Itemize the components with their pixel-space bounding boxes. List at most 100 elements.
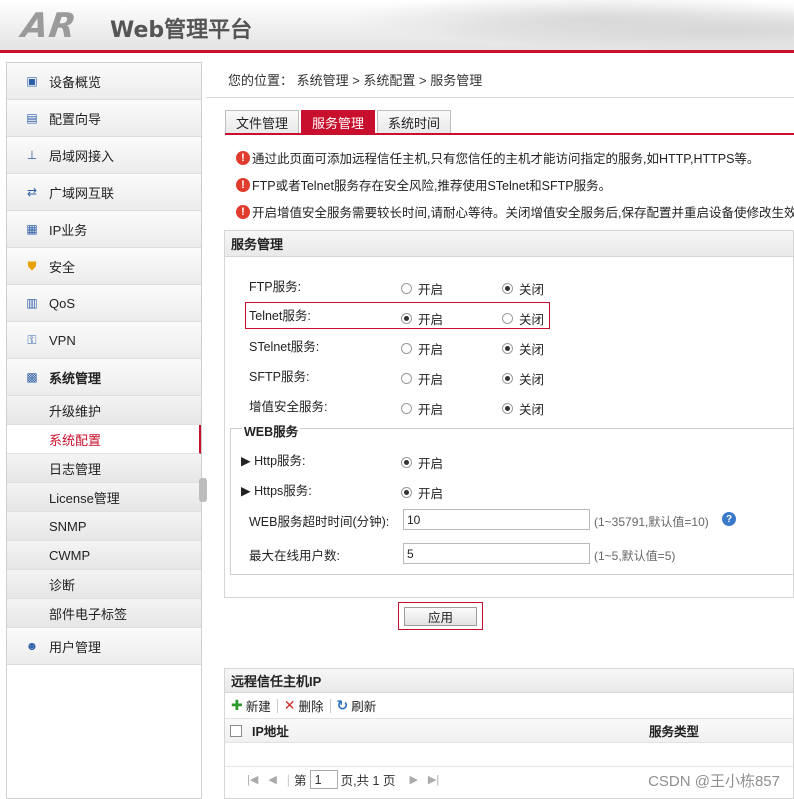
sidebar-collapse-handle[interactable] [199,478,207,502]
sidebar-item-label: 局域网接入 [49,148,115,164]
system-icon: ▩ [26,370,38,384]
radio-label: 开启 [418,343,444,357]
radio-label: 关闭 [519,343,545,357]
qos-icon: ▥ [26,296,38,310]
ftp-on-radio[interactable]: 开启 [401,279,443,298]
radio-label: 关闭 [519,283,545,297]
sidebar-subitem-system-config[interactable]: 系统配置 [7,425,201,454]
refresh-label: 刷新 [351,700,377,714]
sidebar-item-wan[interactable]: ⇄ 广域网互联 [7,174,201,211]
sidebar-subitem-upgrade[interactable]: 升级维护 [7,396,201,425]
sftp-label: SFTP服务: [249,370,310,384]
first-page-icon[interactable]: |◀ [247,773,258,786]
pager-divider: | [286,772,291,787]
user-icon: ☻ [25,639,39,653]
notice-text: 通过此页面可添加远程信任主机,只有您信任的主机才能访问指定的服务,如HTTP,H… [252,152,760,166]
ftp-off-radio[interactable]: 关闭 [502,279,544,298]
delete-button[interactable]: ✕ 删除 [284,696,324,715]
sidebar-item-security[interactable]: ⛊ 安全 [7,248,201,285]
sidebar-subitem-cwmp[interactable]: CWMP [7,541,201,570]
timeout-hint: (1~35791,默认值=10) [594,515,709,529]
radio-dot [502,373,513,384]
http-label: Http服务: [254,454,306,468]
telnet-off-radio[interactable]: 关闭 [502,309,544,328]
radio-dot [401,487,412,498]
sidebar-item-ip-service[interactable]: ▦ IP业务 [7,211,201,248]
page-number-input[interactable]: 1 [309,770,338,789]
http-on-radio[interactable]: 开启 [401,453,443,472]
sidebar-subitem-elabel[interactable]: 部件电子标签 [7,599,201,628]
column-service-type: 服务类型 [649,725,700,739]
https-row[interactable]: ▶ Https服务: [241,480,312,499]
tab-system-time[interactable]: 系统时间 [377,110,452,134]
sidebar-item-lan[interactable]: ⊥ 局域网接入 [7,137,201,174]
sidebar-item-label: IP业务 [49,222,88,238]
toolbar-divider [329,698,331,713]
select-all-checkbox[interactable] [230,724,242,737]
vas-off-radio[interactable]: 关闭 [502,399,544,418]
brand-logo: AR [19,6,80,46]
sidebar-item-overview[interactable]: ▣ 设备概览 [7,63,201,100]
radio-label: 开启 [418,487,444,501]
breadcrumb: 您的位置： 系统管理 > 系统配置 > 服务管理 [206,62,794,98]
refresh-button[interactable]: ↻ 刷新 [337,696,377,715]
tab-file-management[interactable]: 文件管理 [225,110,300,134]
delete-icon: ✕ [283,697,296,713]
warning-icon: ! [236,204,250,219]
telnet-label: Telnet服务: [249,309,311,323]
telnet-on-radio[interactable]: 开启 [401,309,443,328]
app-title: Web管理平台 [110,18,253,43]
https-on-radio[interactable]: 开启 [401,483,443,502]
radio-dot [401,373,412,384]
vas-on-radio[interactable]: 开启 [401,399,443,418]
sidebar-subitem-snmp[interactable]: SNMP [7,512,201,541]
timeout-input[interactable]: 10 [403,509,590,530]
new-button[interactable]: ✚ 新建 [231,696,271,715]
apply-button[interactable]: 应用 [404,607,477,626]
trusted-hosts-toolbar: ✚ 新建 ✕ 删除 ↻ 刷新 [225,693,793,719]
ip-service-icon: ▦ [26,222,38,236]
sidebar-subitem-log[interactable]: 日志管理 [7,454,201,483]
sidebar-item-label: 配置向导 [49,111,102,127]
sidebar-subitem-license[interactable]: License管理 [7,483,201,512]
stelnet-on-radio[interactable]: 开启 [401,339,443,358]
refresh-icon: ↻ [336,697,349,713]
tab-service-management[interactable]: 服务管理 [301,110,376,134]
sftp-on-radio[interactable]: 开启 [401,369,443,388]
sidebar-item-qos[interactable]: ▥ QoS [7,285,201,322]
radio-dot [502,283,513,294]
page-label: 第 [294,774,307,788]
last-page-icon[interactable]: ▶| [428,773,439,786]
sidebar-item-label: 设备概览 [49,74,102,90]
sidebar-item-label: 安全 [49,259,76,275]
notice-text: 开启增值安全服务需要较长时间,请耐心等待。关闭增值安全服务后,保存配置并重启设备… [252,206,794,220]
radio-label: 开启 [418,373,444,387]
radio-label: 关闭 [519,403,545,417]
sidebar-subitem-diagnosis[interactable]: 诊断 [7,570,201,599]
sidebar-item-system[interactable]: ▩ 系统管理 [7,359,201,396]
tab-bar: 文件管理 服务管理 系统时间 [225,110,453,134]
help-icon[interactable]: ? [722,512,736,526]
sidebar-item-vpn[interactable]: ⚿ VPN [7,322,201,359]
next-page-icon[interactable]: ▶ [409,773,417,786]
warning-icon: ! [236,150,250,165]
timeout-label: WEB服务超时时间(分钟): [249,515,390,529]
radio-label: 关闭 [519,313,545,327]
lan-icon: ⊥ [26,148,38,162]
stelnet-off-radio[interactable]: 关闭 [502,339,544,358]
http-row[interactable]: ▶ Http服务: [241,450,306,469]
max-users-input[interactable]: 5 [403,543,590,564]
sidebar-item-label: 用户管理 [49,639,102,655]
sidebar-item-wizard[interactable]: ▤ 配置向导 [7,100,201,137]
radio-label: 开启 [418,283,444,297]
page-total: 页,共 1 页 [340,774,396,788]
sidebar-item-users[interactable]: ☻ 用户管理 [7,628,201,665]
ftp-label: FTP服务: [249,280,302,294]
radio-dot [502,403,513,414]
sftp-off-radio[interactable]: 关闭 [502,369,544,388]
watermark: CSDN @王小栋857 [648,773,780,790]
prev-page-icon[interactable]: ◀ [268,773,276,786]
radio-dot [401,457,412,468]
notice-1: ! 通过此页面可添加远程信任主机,只有您信任的主机才能访问指定的服务,如HTTP,… [236,148,759,167]
radio-dot [401,403,412,414]
